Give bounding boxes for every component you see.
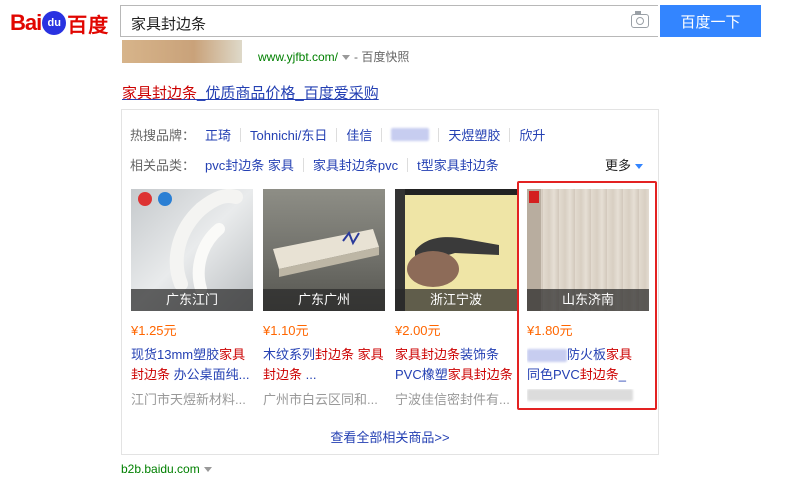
blurred-brand[interactable] (391, 128, 430, 141)
divider (240, 127, 242, 142)
search-query[interactable]: 家具封边条 (131, 13, 206, 34)
product-price: ¥1.25元 (131, 323, 177, 338)
product-location: 广东江门 (131, 289, 253, 311)
product-shop[interactable]: 广州市白云区同和... (263, 389, 385, 408)
source-url[interactable]: b2b.baidu.com (121, 462, 216, 476)
cite-dropdown-icon[interactable] (342, 55, 351, 61)
product-name[interactable]: 家具封边条装饰条 PVC橡塑家具封边条 (395, 345, 517, 385)
highlight-box (517, 181, 657, 410)
product-card[interactable]: 广东江门 ¥1.25元 现货13mm塑胶家具封边条 办公桌面纯... 江门市天煜… (131, 189, 253, 408)
camera-icon[interactable] (631, 11, 649, 28)
divider (302, 157, 304, 172)
related-label: 相关品类： (130, 158, 196, 173)
divider (336, 127, 338, 142)
brand-link[interactable]: Tohnichi/东日 (250, 125, 327, 144)
more-label: 更多 (605, 158, 632, 173)
product-price: ¥2.00元 (395, 323, 441, 338)
product-price: ¥1.10元 (263, 323, 309, 338)
brand-link[interactable]: 佳信 (346, 125, 372, 144)
divider (407, 157, 409, 172)
product-name[interactable]: 木纹系列封边条 家具封边条 ... (263, 345, 385, 385)
product-shop[interactable]: 宁波佳信密封件有... (395, 389, 517, 408)
logo-text-bai: Bai (10, 10, 42, 35)
title-rest: _优质商品价格_百度爱采购 (197, 85, 379, 102)
product-image[interactable]: 广东广州 (263, 189, 385, 311)
previous-result-cite: www.yjfbt.com/ - 百度快照 (258, 48, 409, 65)
divider (509, 127, 511, 142)
hot-brands-label: 热搜品牌： (130, 128, 196, 143)
more-button[interactable]: 更多 (605, 155, 644, 174)
category-link[interactable]: pvc封边条 家具 (205, 155, 294, 174)
product-location: 浙江宁波 (395, 289, 517, 311)
divider (438, 127, 440, 142)
related-category-row: 相关品类： pvc封边条 家具 家具封边条pvc t型家具封边条 (130, 155, 499, 174)
baidu-logo[interactable]: Bai du 百度 (10, 6, 109, 40)
view-all-link[interactable]: 查看全部相关商品>> (121, 427, 659, 446)
category-link[interactable]: t型家具封边条 (417, 155, 499, 174)
product-card[interactable]: 浙江宁波 ¥2.00元 家具封边条装饰条 PVC橡塑家具封边条 宁波佳信密封件有… (395, 189, 517, 408)
hot-brands-row: 热搜品牌： 正琦 Tohnichi/东日 佳信 天煜塑胶 欣升 (130, 125, 545, 144)
product-name[interactable]: 现货13mm塑胶家具封边条 办公桌面纯... (131, 345, 253, 385)
previous-result-image[interactable] (122, 40, 242, 63)
brand-link[interactable]: 正琦 (205, 125, 231, 144)
logo-text-cn: 百度 (67, 14, 110, 37)
logo-paw-icon: du (42, 11, 67, 35)
cite-url[interactable]: www.yjfbt.com/ (258, 50, 338, 64)
result-title[interactable]: 家具封边条_优质商品价格_百度爱采购 (122, 82, 379, 103)
product-image[interactable]: 浙江宁波 (395, 189, 517, 311)
snapshot-link[interactable]: 百度快照 (361, 50, 409, 64)
product-location: 广东广州 (263, 289, 385, 311)
product-card[interactable]: 广东广州 ¥1.10元 木纹系列封边条 家具封边条 ... 广州市白云区同和..… (263, 189, 385, 408)
product-image[interactable]: 广东江门 (131, 189, 253, 311)
category-link[interactable]: 家具封边条pvc (313, 155, 398, 174)
source-dropdown-icon[interactable] (203, 467, 212, 473)
search-input[interactable]: 家具封边条 (120, 5, 658, 37)
product-shop[interactable]: 江门市天煜新材料... (131, 389, 253, 408)
cite-separator: - (354, 50, 359, 64)
chevron-down-icon (635, 164, 644, 170)
search-button[interactable]: 百度一下 (660, 5, 761, 37)
brand-link[interactable]: 欣升 (519, 125, 545, 144)
title-keyword: 家具封边条 (122, 85, 198, 102)
divider (381, 127, 383, 142)
brand-link[interactable]: 天煜塑胶 (448, 125, 500, 144)
